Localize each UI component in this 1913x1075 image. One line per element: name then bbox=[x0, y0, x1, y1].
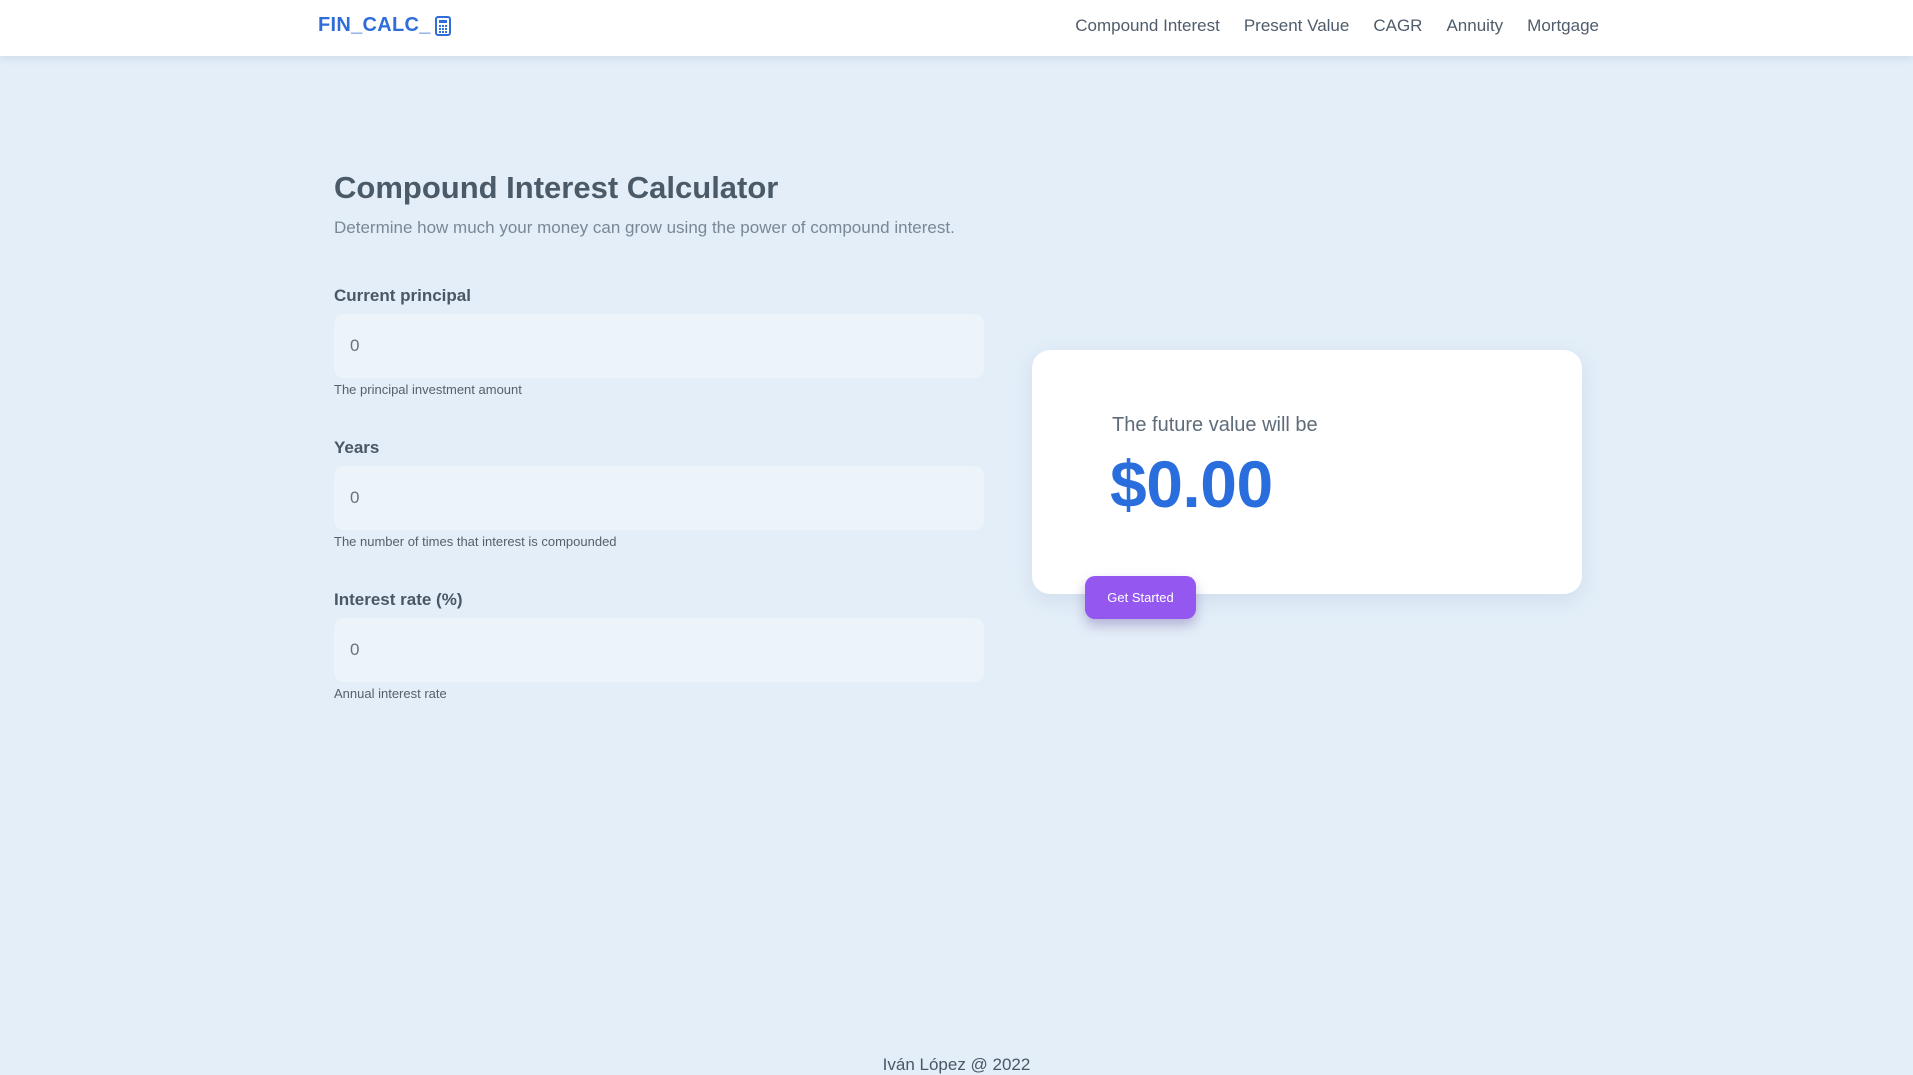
years-field-group: Years The number of times that interest … bbox=[334, 438, 984, 549]
years-label: Years bbox=[334, 438, 380, 457]
principal-input[interactable] bbox=[334, 314, 984, 378]
calculator-icon bbox=[434, 15, 451, 36]
nav-link-annuity[interactable]: Annuity bbox=[1446, 16, 1503, 36]
principal-field-group: Current principal The principal investme… bbox=[334, 286, 984, 397]
result-caption: The future value will be bbox=[1112, 414, 1318, 436]
get-started-button[interactable]: Get Started bbox=[1085, 576, 1196, 619]
interest-rate-help-text: Annual interest rate bbox=[334, 686, 447, 701]
principal-help-text: The principal investment amount bbox=[334, 382, 522, 397]
nav-link-cagr[interactable]: CAGR bbox=[1373, 16, 1422, 36]
brand-name: FIN_CALC_ bbox=[318, 14, 431, 36]
interest-rate-label: Interest rate (%) bbox=[334, 590, 463, 609]
years-help-text: The number of times that interest is com… bbox=[334, 534, 617, 549]
top-navbar: FIN_CALC_ Compound Interest Present Valu… bbox=[0, 0, 1913, 56]
page-subtitle: Determine how much your money can grow u… bbox=[334, 218, 955, 237]
nav-links: Compound Interest Present Value CAGR Ann… bbox=[1075, 16, 1599, 36]
footer-credit: Iván López @ 2022 bbox=[882, 1055, 1031, 1074]
future-value-amount: $0.00 bbox=[1110, 447, 1273, 521]
nav-link-present-value[interactable]: Present Value bbox=[1244, 16, 1350, 36]
nav-link-compound-interest[interactable]: Compound Interest bbox=[1075, 16, 1220, 36]
interest-rate-field-group: Interest rate (%) Annual interest rate bbox=[334, 590, 984, 701]
years-input[interactable] bbox=[334, 466, 984, 530]
nav-link-mortgage[interactable]: Mortgage bbox=[1527, 16, 1599, 36]
result-card: The future value will be $0.00 bbox=[1032, 350, 1582, 594]
interest-rate-input[interactable] bbox=[334, 618, 984, 682]
principal-label: Current principal bbox=[334, 286, 471, 305]
brand-logo[interactable]: FIN_CALC_ bbox=[318, 14, 451, 37]
page-title: Compound Interest Calculator bbox=[334, 170, 779, 205]
